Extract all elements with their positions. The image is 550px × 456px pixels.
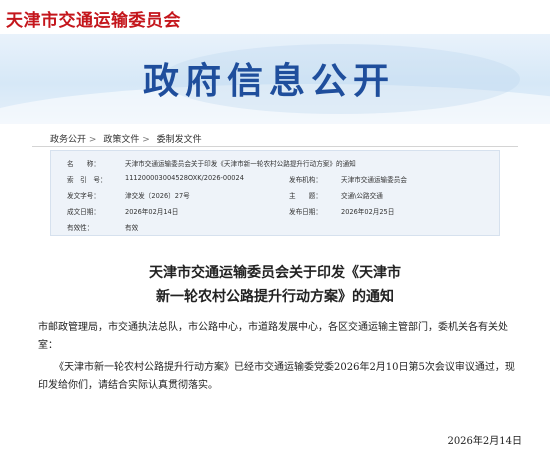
meta-label: 名 称： — [67, 160, 100, 168]
document-title-line-1: 天津市交通运输委员会关于印发《天津市 — [149, 265, 401, 281]
meta-label: 发布日期： — [289, 208, 322, 216]
top-bar: 天津市交通运输委员会 — [0, 0, 550, 34]
document-date: 2026年2月14日 — [447, 436, 522, 447]
meta-value-subject: 交通\公路交通 — [341, 192, 383, 200]
meta-value-created: 2026年02月14日 — [125, 208, 179, 216]
meta-value-index: 111200003004528OXK/2026-00024 — [125, 174, 244, 182]
meta-value-issuer: 天津市交通运输委员会 — [341, 176, 407, 184]
recipients-line-2: 室： — [38, 340, 58, 351]
meta-label: 发布机构： — [289, 176, 322, 184]
meta-row-docno: 发文字号： 津交发〔2026〕27号 主 题： 交通\公路交通 — [51, 185, 501, 202]
breadcrumb-separator: > — [142, 135, 150, 145]
site-logo-link[interactable]: 天津市交通运输委员会 — [6, 6, 181, 31]
metadata-panel: 名 称： 天津市交通运输委员会关于印发《天津市新一轮农村公路提升行动方案》的通知… — [50, 150, 500, 236]
meta-label: 发文字号： — [67, 192, 100, 200]
meta-row-dates: 成文日期： 2026年02月14日 发布日期： 2026年02月25日 — [51, 201, 501, 218]
body-paragraph-line-2: 印发给你们，请结合实际认真贯彻落实。 — [38, 380, 218, 391]
meta-row-name: 名 称： 天津市交通运输委员会关于印发《天津市新一轮农村公路提升行动方案》的通知 — [51, 153, 501, 170]
breadcrumb-separator: > — [88, 135, 97, 145]
banner-title: 政府信息公开 — [143, 61, 396, 102]
breadcrumb-item-zhengwu[interactable]: 政务公开 — [50, 135, 86, 145]
meta-label: 索 引 号： — [67, 176, 107, 184]
meta-value-name: 天津市交通运输委员会关于印发《天津市新一轮农村公路提升行动方案》的通知 — [125, 160, 356, 168]
meta-value-published: 2026年02月25日 — [341, 208, 395, 216]
meta-label: 有效性： — [67, 224, 94, 232]
breadcrumb-item-weizhifa[interactable]: 委制发文件 — [157, 135, 202, 145]
meta-label: 成文日期： — [67, 208, 100, 216]
divider — [32, 146, 518, 147]
banner: 政府信息公开 — [0, 34, 550, 124]
document-title-line-2: 新一轮农村公路提升行动方案》的通知 — [156, 289, 394, 305]
breadcrumb: 政务公开 > 政策文件 > 委制发文件 — [50, 132, 202, 145]
body-paragraph-line-1: 《天津市新一轮农村公路提升行动方案》已经市交通运输委党委2026年2月10日第5… — [54, 362, 515, 373]
breadcrumb-item-zhengce[interactable]: 政策文件 — [103, 135, 139, 145]
meta-value-docno: 津交发〔2026〕27号 — [125, 192, 190, 200]
meta-row-validity: 有效性： 有效 — [51, 217, 501, 234]
meta-label: 主 题： — [289, 192, 322, 200]
meta-row-index: 索 引 号： 111200003004528OXK/2026-00024 发布机… — [51, 169, 501, 186]
meta-value-validity: 有效 — [125, 224, 139, 232]
recipients-line-1: 市邮政管理局，市交通执法总队，市公路中心，市道路发展中心，各区交通运输主管部门，… — [38, 322, 508, 333]
